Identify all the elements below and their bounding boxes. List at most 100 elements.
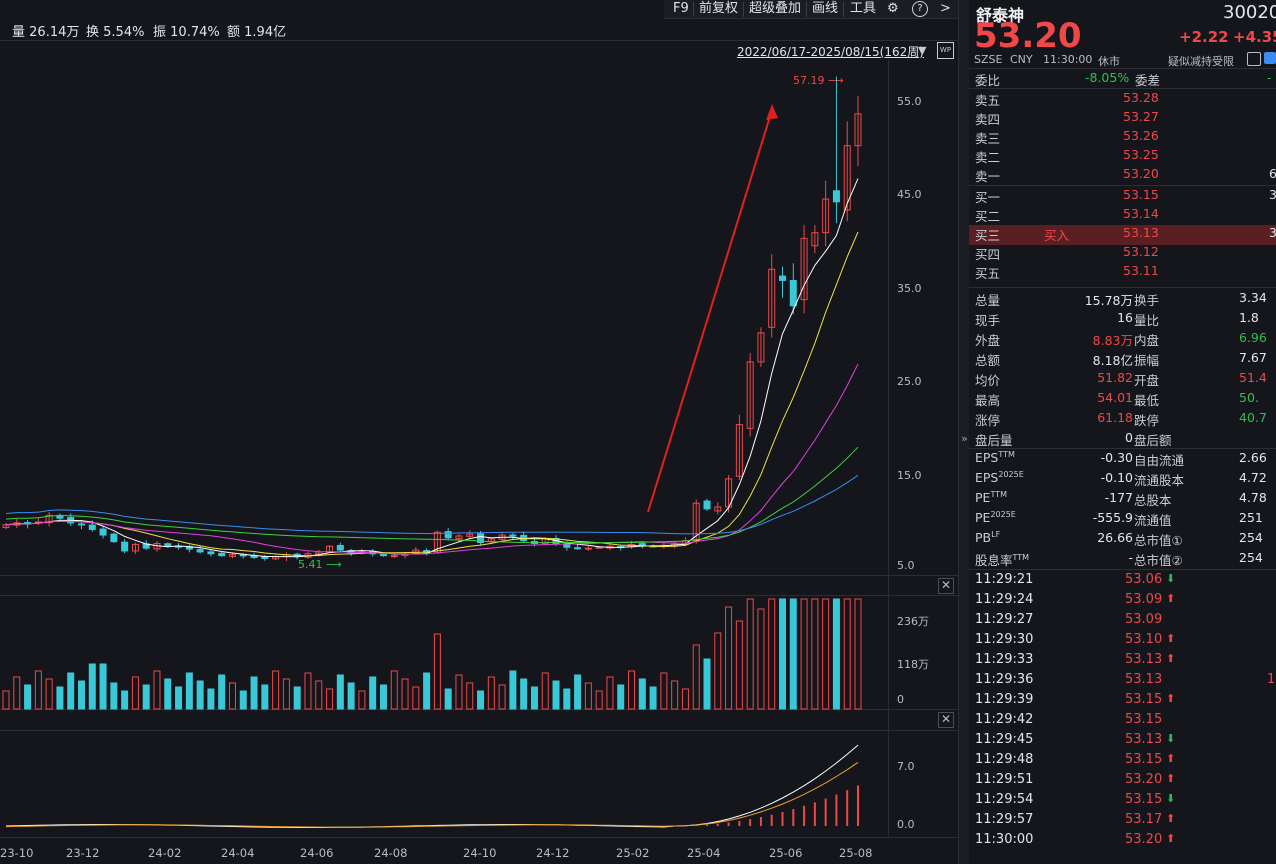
quote-time: 11:30:00	[1043, 53, 1093, 66]
fundamental-value: -	[1128, 550, 1133, 565]
volume-tick: 236万	[897, 615, 929, 628]
ma-line	[5, 178, 859, 558]
bid-label: 买五	[975, 266, 1001, 281]
trend-arrow-head	[766, 104, 778, 120]
tick-time: 11:29:42	[975, 712, 1034, 727]
arrow-down-icon: ⬇	[1166, 572, 1176, 585]
quote-row: 现手 16 量比 1.8	[975, 310, 1276, 330]
candle-body	[239, 554, 247, 557]
trend-arrow	[647, 109, 773, 513]
fundamental-row: 股息率TTM - 总市值② 254	[975, 550, 1276, 570]
volume-bar	[282, 678, 290, 710]
volume-bar	[477, 690, 485, 710]
volume-bar	[272, 670, 280, 710]
fundamental-label: 总市值②	[1134, 553, 1183, 568]
fundamental-label: PBLF	[975, 530, 1001, 546]
fundamental-value: 4.72	[1239, 470, 1267, 485]
volume-bar	[142, 684, 150, 710]
volume-bar	[110, 682, 118, 710]
signal-line	[5, 761, 859, 828]
ask-label: 卖四	[975, 112, 1001, 127]
volume-bar	[822, 598, 830, 710]
volume-bar	[99, 663, 107, 710]
ask-price: 53.27	[1123, 109, 1159, 124]
candle-body	[196, 549, 204, 553]
volume-bar	[67, 672, 75, 710]
quote-label: 最低	[1134, 393, 1160, 408]
close-macd-panel-icon[interactable]: ✕	[938, 712, 954, 728]
volume-bar	[379, 684, 387, 710]
bid-price: 53.11	[1123, 263, 1159, 278]
volume-bar	[239, 690, 247, 710]
candle-body	[509, 534, 517, 537]
collapse-arrow-icon[interactable]: »	[961, 432, 968, 445]
fundamental-value: 254	[1239, 550, 1263, 565]
help-icon[interactable]: ?	[912, 1, 928, 17]
tick-time: 11:29:27	[975, 612, 1034, 627]
bid-row[interactable]: 买五 53.11	[975, 263, 1276, 283]
tick-row: 11:29:45 53.13 ⬇	[975, 732, 1276, 752]
volume-bar	[628, 670, 636, 710]
chart-canvas[interactable]	[0, 0, 888, 864]
price-tick: 15.0	[897, 469, 922, 482]
candle-body	[121, 541, 129, 552]
volume-bar	[423, 672, 431, 710]
quote-label: 盘后量	[975, 433, 1013, 448]
more-arrow-icon[interactable]: >	[940, 0, 951, 18]
bid-row[interactable]: 买二 53.14	[975, 206, 1276, 226]
range-dropdown-icon[interactable]: ▼	[918, 44, 926, 57]
ask-price: 53.20	[1123, 166, 1159, 181]
notice-label: 疑似减持受限	[1168, 55, 1234, 68]
tick-price: 53.15	[1125, 692, 1163, 707]
volume-bar	[584, 682, 592, 710]
volume-bar	[638, 678, 646, 710]
ask-row[interactable]: 卖四 53.27	[975, 109, 1276, 129]
volume-bar	[218, 674, 226, 710]
bid-row[interactable]: 买一 53.15 3	[975, 187, 1276, 207]
candle-body	[390, 555, 398, 558]
ask-row[interactable]: 卖一 53.20 6	[975, 166, 1276, 186]
volume-bar	[185, 672, 193, 710]
quote-row: 外盘 8.83万 内盘 6.96	[975, 330, 1276, 350]
volume-bar	[34, 670, 42, 710]
bid-row[interactable]: 买四 53.12	[975, 244, 1276, 264]
macd-tick: 7.0	[897, 760, 915, 773]
candle-body	[336, 544, 344, 551]
quote-value: 15.78万	[1084, 293, 1133, 308]
fundamental-row: EPS2025E -0.10 流通股本 4.72	[975, 470, 1276, 490]
bid-row[interactable]: 买三 买入 53.13 3	[969, 225, 1276, 245]
tick-time: 11:29:57	[975, 812, 1034, 827]
macd-line	[5, 744, 859, 828]
arrow-down-icon: ⬇	[1166, 792, 1176, 805]
volume-bar	[757, 608, 765, 710]
feature-icon[interactable]	[1264, 52, 1276, 64]
tick-price: 53.15	[1125, 712, 1163, 727]
fundamental-row: EPSTTM -0.30 自由流通 2.66	[975, 450, 1276, 470]
tick-price: 53.13	[1125, 652, 1163, 667]
watermark-icon[interactable]: WP	[937, 42, 954, 59]
candle-body	[164, 543, 172, 547]
volume-bar	[520, 678, 528, 710]
ask-price: 53.26	[1123, 128, 1159, 143]
ask-row[interactable]: 卖二 53.25	[975, 147, 1276, 167]
chart-area[interactable]: F9 前复权 超级叠加 画线 工具 ⚙ ? > 量 26.14万 换 5.54%…	[0, 0, 958, 864]
gear-icon[interactable]: ⚙	[887, 0, 899, 18]
quote-row: 总额 8.18亿 振幅 7.67	[975, 350, 1276, 370]
arrow-up-icon: ⬆	[1166, 772, 1176, 785]
tick-qty: 1	[1267, 672, 1276, 687]
ask-label: 卖三	[975, 131, 1001, 146]
volume-bar	[692, 644, 700, 710]
ask-row[interactable]: 卖三 53.26	[975, 128, 1276, 148]
ask-price: 53.28	[1123, 90, 1159, 105]
tick-row: 11:29:48 53.15 ⬆	[975, 752, 1276, 772]
fundamental-label: EPS2025E	[975, 470, 1024, 486]
candle-body	[77, 523, 85, 526]
volume-bar	[326, 688, 334, 710]
quote-label: 总量	[975, 293, 1001, 308]
close-volume-panel-icon[interactable]: ✕	[938, 578, 954, 594]
last-price: 53.20	[974, 16, 1082, 56]
notice-icon[interactable]	[1247, 52, 1261, 66]
ask-row[interactable]: 卖五 53.28	[975, 90, 1276, 110]
tick-row: 11:29:54 53.15 ⬇	[975, 792, 1276, 812]
volume-bar	[433, 633, 441, 710]
